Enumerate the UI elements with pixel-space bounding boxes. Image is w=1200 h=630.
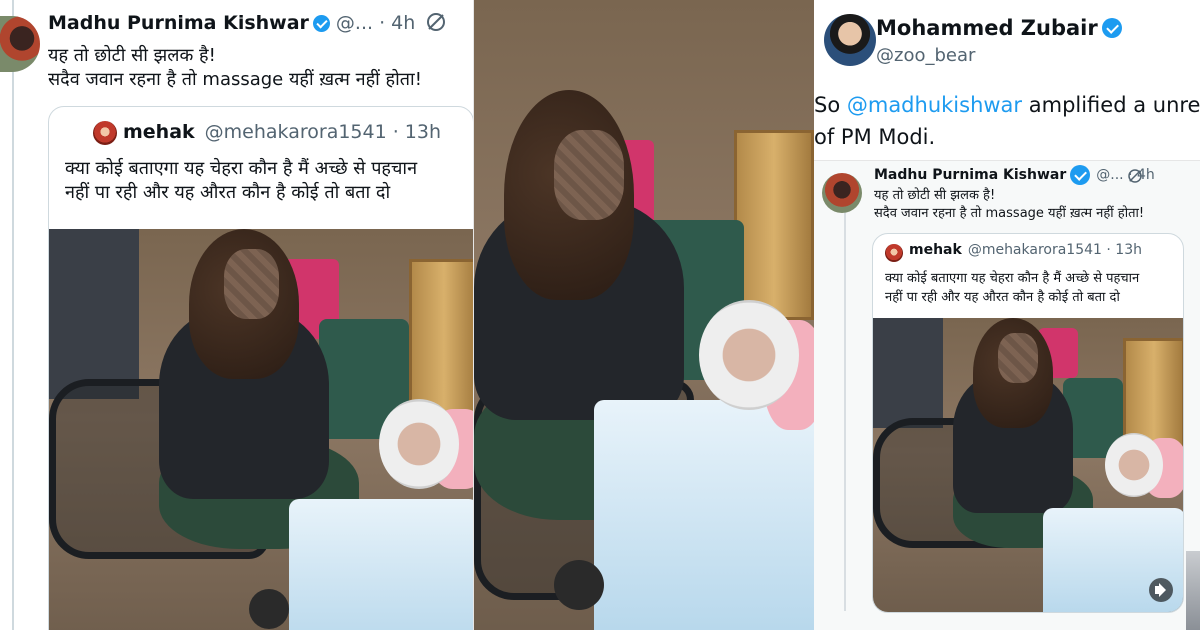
blurred-face <box>998 333 1038 383</box>
embedded-quoted-card: mehak @mehakarora1541 · 13h क्या कोई बता… <box>872 233 1184 613</box>
tweet-text-line-1: So @madhukishwar amplified a unrel <box>814 90 1200 122</box>
author-handle[interactable]: @zoo_bear <box>876 45 975 66</box>
bearded-man-head <box>1105 433 1163 497</box>
text-suffix: amplified a unrel <box>1022 93 1200 117</box>
wooden-cabinet <box>734 130 814 320</box>
embedded-quoted-line-1: क्या कोई बताएगा यह चेहरा कौन है मैं अच्छ… <box>885 271 1140 286</box>
quoted-text-line-2: नहीं पा रही और यह औरत कौन है कोई तो बता … <box>65 182 391 204</box>
right-tweet-screenshot: Mohammed Zubair @zoo_bear So @madhukishw… <box>814 0 1200 630</box>
zubair-avatar[interactable] <box>824 14 876 66</box>
video-thumbnail[interactable] <box>49 229 473 630</box>
tweet-text-line-2: of PM Modi. <box>814 124 936 149</box>
tweet-text: So @madhukishwar amplified a unrel of PM… <box>814 90 1200 153</box>
embedded-author-name: Madhu Purnima Kishwar <box>874 167 1067 183</box>
quoted-tweet-card[interactable]: mehak @mehakarora1541 · 13h क्या कोई बता… <box>48 106 473 630</box>
madhu-avatar <box>822 173 862 213</box>
blurred-face <box>554 130 624 220</box>
quoted-author-name[interactable]: mehak <box>123 121 195 143</box>
thread-line <box>12 0 14 630</box>
author-name[interactable]: Madhu Purnima Kishwar <box>48 12 309 34</box>
tweet-text-line-1: यह तो छोटी सी झलक है! <box>48 45 216 66</box>
massage-bed <box>289 499 473 630</box>
mehak-avatar <box>885 244 903 262</box>
embedded-quoted-handle: @mehakarora1541 · 13h <box>967 242 1142 258</box>
massage-bed <box>594 400 814 630</box>
embedded-tweet-text: यह तो छोटी सी झलक है! सदैव जवान रहना है … <box>874 187 1144 222</box>
embedded-screenshot[interactable]: Madhu Purnima Kishwar @... · 4h यह तो छो… <box>814 160 1200 630</box>
middle-zoomed-photo <box>474 0 814 630</box>
verified-badge-icon <box>1101 18 1122 38</box>
mute-bell-icon[interactable] <box>424 10 448 34</box>
verified-badge-icon <box>312 14 330 32</box>
mute-bell-icon <box>1128 169 1142 183</box>
tweet-header: Madhu Purnima Kishwar @... · 4h <box>48 12 415 34</box>
bearded-man-head <box>699 300 799 410</box>
chair-wheel <box>249 589 289 629</box>
tweet-header: Mohammed Zubair <box>876 16 1128 40</box>
tv-screen <box>49 229 139 399</box>
text-prefix: So <box>814 93 847 117</box>
chair-wheel <box>554 560 604 610</box>
madhu-avatar[interactable] <box>0 16 40 72</box>
blurred-face <box>224 249 279 319</box>
verified-badge-icon <box>1070 165 1091 185</box>
quoted-handle-time: @mehakarora1541 · 13h <box>204 121 442 143</box>
zoomed-photo <box>474 0 814 630</box>
embedded-quoted-header: mehak @mehakarora1541 · 13h <box>909 242 1142 258</box>
left-tweet-screenshot: Madhu Purnima Kishwar @... · 4h यह तो छो… <box>0 0 474 630</box>
quoted-tweet-text: क्या कोई बताएगा यह चेहरा कौन है मैं अच्छ… <box>65 157 417 206</box>
bearded-man-head <box>379 399 459 489</box>
speaker-icon <box>1149 578 1173 602</box>
embedded-quoted-line-2: नहीं पा रही और यह औरत कौन है कोई तो बता … <box>885 289 1120 305</box>
tweet-text: यह तो छोटी सी झलक है! सदैव जवान रहना है … <box>48 44 422 93</box>
embedded-tweet-header: Madhu Purnima Kishwar @... · 4h <box>874 165 1155 185</box>
embedded-text-line-2: सदैव जवान रहना है तो massage यहीं ख़त्म … <box>874 205 1145 221</box>
handle-and-time: @... · 4h <box>335 12 416 34</box>
author-name[interactable]: Mohammed Zubair <box>876 16 1098 40</box>
quoted-tweet-header: mehak @mehakarora1541 · 13h <box>73 121 441 143</box>
embedded-quoted-author: mehak <box>909 242 962 258</box>
mention-link[interactable]: @madhukishwar <box>847 93 1022 117</box>
tv-screen <box>873 318 943 428</box>
video-thumbnail <box>873 318 1183 612</box>
quoted-text-line-1: क्या कोई बताएगा यह चेहरा कौन है मैं अच्छ… <box>65 158 418 179</box>
cropped-edge-image <box>1186 551 1200 630</box>
tweet-text-line-2: सदैव जवान रहना है तो massage यहीं ख़त्म … <box>48 69 422 91</box>
thread-line <box>844 201 846 611</box>
embedded-quoted-text: क्या कोई बताएगा यह चेहरा कौन है मैं अच्छ… <box>885 270 1139 308</box>
embedded-text-line-1: यह तो छोटी सी झलक है! <box>874 188 996 203</box>
